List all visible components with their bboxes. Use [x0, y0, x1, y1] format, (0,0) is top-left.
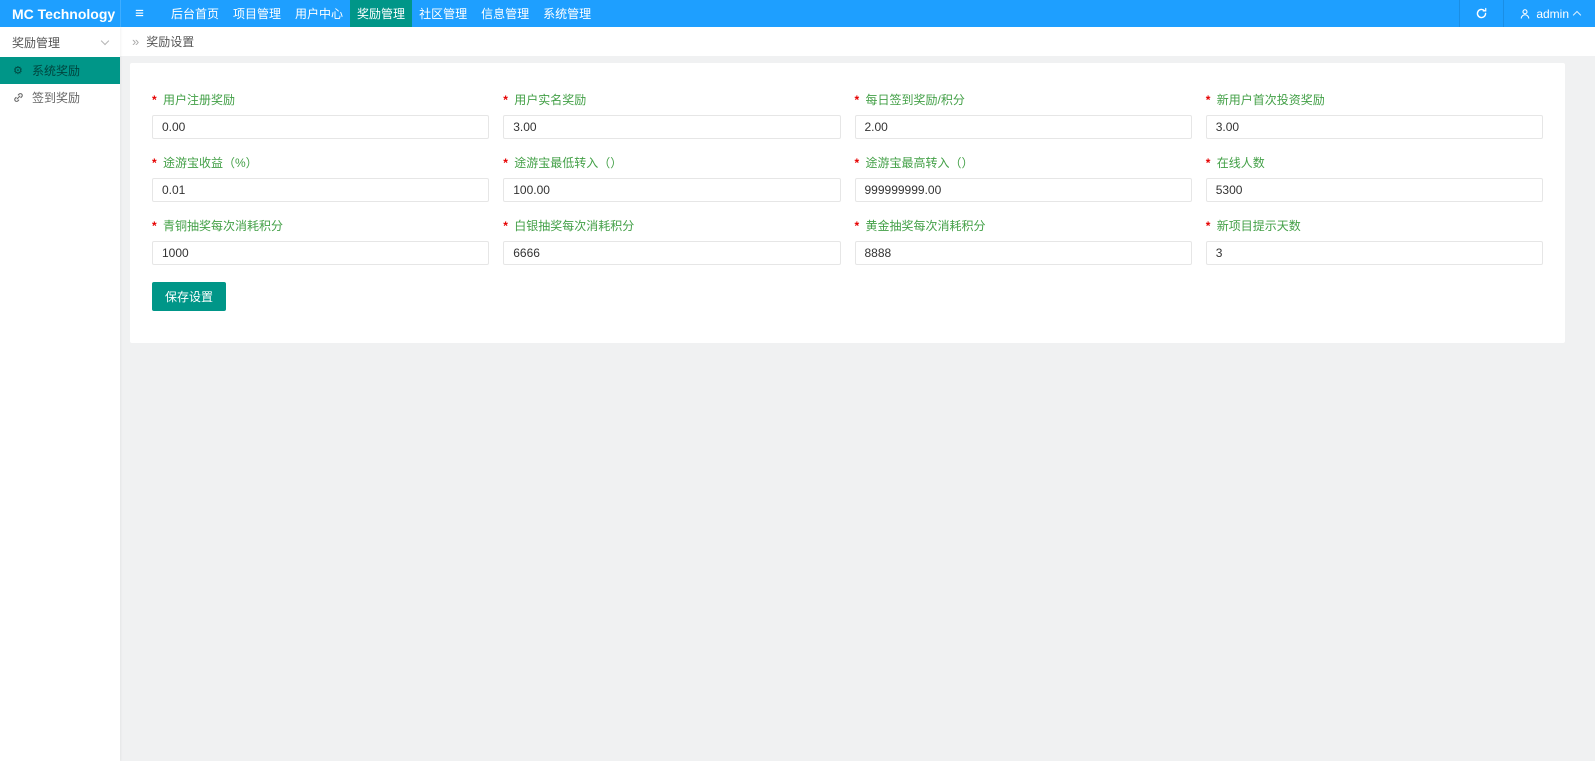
- field-input[interactable]: [1205, 178, 1543, 202]
- form-field: * 在线人数: [1205, 154, 1543, 202]
- field-label-text: 途游宝最低转入（）: [514, 156, 623, 170]
- field-label-text: 途游宝最高转入（）: [865, 156, 974, 170]
- topbar-nav: 后台首页 项目管理 用户中心 奖励管理 社区管理 信息管理 系统管理: [164, 0, 598, 27]
- field-input[interactable]: [854, 115, 1192, 139]
- hamburger-icon: ≡: [135, 5, 144, 22]
- form-field: * 途游宝收益（%）: [152, 154, 490, 202]
- topbar: MC Technology ≡ 后台首页 项目管理 用户中心 奖励管理 社区管理…: [0, 0, 1595, 27]
- form-field: * 新项目提示天数: [1205, 217, 1543, 265]
- field-label-text: 白银抽奖每次消耗积分: [514, 219, 635, 233]
- form-field: * 新用户首次投资奖励: [1205, 91, 1543, 139]
- field-input[interactable]: [152, 178, 490, 202]
- breadcrumb-arrow-icon: »: [132, 34, 140, 49]
- user-icon: [1519, 8, 1531, 20]
- gear-icon: ⚙: [13, 65, 23, 77]
- required-asterisk: *: [503, 93, 508, 107]
- refresh-icon: [1475, 7, 1488, 20]
- required-asterisk: *: [152, 219, 157, 233]
- required-asterisk: *: [503, 156, 508, 170]
- field-label: * 黄金抽奖每次消耗积分: [855, 217, 1192, 234]
- required-asterisk: *: [1205, 156, 1211, 170]
- field-input[interactable]: [503, 241, 841, 265]
- required-asterisk: *: [854, 219, 860, 233]
- field-label-text: 新用户首次投资奖励: [1216, 93, 1325, 107]
- field-label: * 途游宝最高转入（）: [855, 154, 1192, 171]
- field-input[interactable]: [503, 178, 841, 202]
- username: admin: [1536, 6, 1569, 21]
- menu-toggle-button[interactable]: ≡: [120, 0, 158, 27]
- page-title: 奖励设置: [146, 35, 195, 49]
- user-menu[interactable]: admin: [1503, 0, 1595, 27]
- required-asterisk: *: [152, 156, 157, 170]
- sidebar-item[interactable]: ⚙ 系统奖励: [0, 57, 120, 84]
- field-label-text: 途游宝收益（%）: [163, 156, 258, 170]
- field-label-text: 用户注册奖励: [163, 93, 236, 107]
- required-asterisk: *: [1205, 93, 1211, 107]
- field-label: * 途游宝收益（%）: [152, 154, 489, 171]
- field-label: * 新用户首次投资奖励: [1206, 91, 1543, 108]
- form-field: * 用户注册奖励: [152, 91, 490, 139]
- topbar-nav-item[interactable]: 社区管理: [412, 0, 474, 27]
- required-asterisk: *: [854, 93, 860, 107]
- topbar-nav-item[interactable]: 后台首页: [164, 0, 226, 27]
- sidebar-item-label: 签到奖励: [32, 91, 81, 105]
- field-label-text: 青铜抽奖每次消耗积分: [163, 219, 284, 233]
- field-input[interactable]: [503, 115, 841, 139]
- settings-card: * 用户注册奖励 * 用户实名奖励 * 每日签到: [130, 63, 1565, 343]
- form-field: * 青铜抽奖每次消耗积分: [152, 217, 490, 265]
- topbar-nav-item[interactable]: 系统管理: [536, 0, 598, 27]
- field-input[interactable]: [152, 115, 490, 139]
- field-label: * 青铜抽奖每次消耗积分: [152, 217, 489, 234]
- field-input[interactable]: [1205, 241, 1543, 265]
- field-input[interactable]: [1205, 115, 1543, 139]
- sidebar-item-label: 系统奖励: [32, 64, 81, 78]
- field-label: * 在线人数: [1206, 154, 1543, 171]
- sidebar-item[interactable]: 签到奖励: [0, 84, 120, 111]
- sidebar: 奖励管理 ⚙ 系统奖励 签到奖励: [0, 27, 120, 761]
- field-label: * 用户实名奖励: [503, 91, 840, 108]
- form-field: * 白银抽奖每次消耗积分: [503, 217, 841, 265]
- sidebar-section-label: 奖励管理: [12, 35, 61, 50]
- field-label: * 用户注册奖励: [152, 91, 489, 108]
- field-label-text: 新项目提示天数: [1216, 219, 1301, 233]
- field-label: * 新项目提示天数: [1206, 217, 1543, 234]
- form-field: * 每日签到奖励/积分: [854, 91, 1192, 139]
- form-field: * 途游宝最高转入（）: [854, 154, 1192, 202]
- field-label-text: 在线人数: [1216, 156, 1265, 170]
- form-field: * 黄金抽奖每次消耗积分: [854, 217, 1192, 265]
- main-area: » 奖励设置 * 用户注册奖励 * 用户实名奖励: [120, 27, 1595, 761]
- field-label-text: 用户实名奖励: [514, 93, 587, 107]
- field-label: * 每日签到奖励/积分: [855, 91, 1192, 108]
- sidebar-section-header[interactable]: 奖励管理: [0, 27, 120, 57]
- field-label: * 白银抽奖每次消耗积分: [503, 217, 840, 234]
- save-settings-button[interactable]: 保存设置: [152, 282, 227, 311]
- app-logo: MC Technology: [12, 5, 116, 22]
- field-label-text: 黄金抽奖每次消耗积分: [865, 219, 986, 233]
- field-label: * 途游宝最低转入（）: [503, 154, 840, 171]
- required-asterisk: *: [503, 219, 508, 233]
- chevron-up-icon: [1572, 10, 1582, 20]
- chevron-down-icon: [100, 36, 110, 45]
- topbar-nav-item[interactable]: 用户中心: [288, 0, 350, 27]
- required-asterisk: *: [152, 93, 157, 107]
- topbar-nav-item[interactable]: 奖励管理: [350, 0, 413, 27]
- field-input[interactable]: [152, 241, 490, 265]
- refresh-button[interactable]: [1459, 0, 1503, 27]
- form-field: * 用户实名奖励: [503, 91, 841, 139]
- topbar-right: admin: [1459, 0, 1595, 27]
- field-input[interactable]: [854, 241, 1192, 265]
- field-label-text: 每日签到奖励/积分: [865, 93, 965, 107]
- form-field: * 途游宝最低转入（）: [503, 154, 841, 202]
- breadcrumb: » 奖励设置: [120, 27, 1595, 57]
- settings-form: * 用户注册奖励 * 用户实名奖励 * 每日签到: [152, 91, 1543, 265]
- required-asterisk: *: [1205, 219, 1211, 233]
- link-icon: [13, 92, 26, 103]
- topbar-nav-item[interactable]: 项目管理: [226, 0, 288, 27]
- topbar-nav-item[interactable]: 信息管理: [474, 0, 536, 27]
- field-input[interactable]: [854, 178, 1192, 202]
- required-asterisk: *: [854, 156, 860, 170]
